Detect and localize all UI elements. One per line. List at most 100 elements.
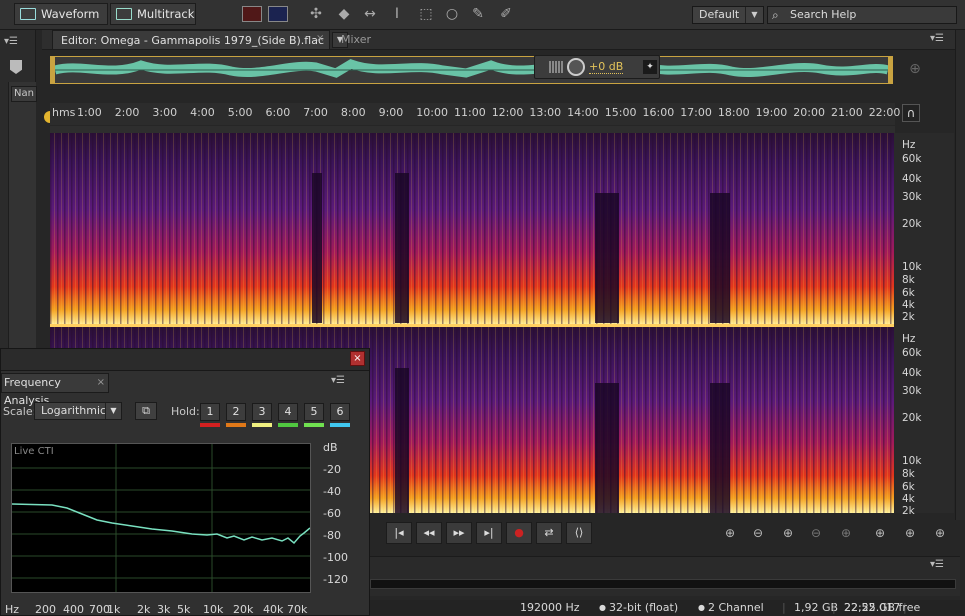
files-name-column-header[interactable]: Nan [11,86,37,102]
loop-button[interactable]: ⇄ [536,522,562,544]
ruler-tick-label: 9:00 [378,106,404,119]
search-icon: ⌕ [772,8,779,22]
search-help-input[interactable]: ⌕ Search Help [767,6,957,24]
editor-panel-menu-icon[interactable]: ▾☰ [930,33,944,44]
hold-button-4[interactable]: 4 [278,403,298,421]
level-meter [370,579,956,589]
skip-selection-button[interactable]: ⟨⟩ [566,522,592,544]
hz-tick-label: 2k [902,311,915,323]
tab-frequency-analysis[interactable]: Frequency Analysis × [1,373,109,407]
hold-color-swatch [226,423,246,427]
files-panel: ▾☰ Nan [0,30,37,380]
zoom-out-full-icon[interactable]: ⊕ [834,523,858,543]
hold-button-3[interactable]: 3 [252,403,272,421]
close-icon[interactable]: × [350,351,365,366]
rewind-button[interactable]: ◂◂ [416,522,442,544]
marquee-tool-icon[interactable]: ⬚ [416,5,436,23]
ruler-divider [50,126,895,133]
waveform-icon [20,8,36,20]
brush-tool-icon[interactable]: ✎ [468,5,488,23]
divider: | [832,601,836,614]
hz-tick-label: 8k [902,274,915,286]
time-ruler[interactable]: hms 1:00 2:00 3:00 4:00 5:00 6:00 7:00 8:00 9:00… [50,103,900,125]
overview-right-handle[interactable] [888,57,892,83]
pin-icon[interactable]: ✦ [643,60,657,74]
chevron-down-icon: ▼ [105,403,121,419]
lasso-tool-icon[interactable]: ○ [442,5,462,23]
zoom-in-right-icon[interactable]: ⊕ [928,523,952,543]
close-tab-icon[interactable]: × [97,374,105,392]
frequency-scale: Hz 60k 40k 30k 20k 10k 8k 6k 4k 2k Hz 60k 40k 30k 20k 1… [894,133,954,517]
zoom-out-time-icon[interactable]: ⊖ [804,523,828,543]
spectral-display-icon[interactable] [242,6,262,22]
hz-tick-label: 6k [902,287,915,299]
zoom-in-time-icon[interactable]: ⊕ [776,523,800,543]
multitrack-mode-button[interactable]: Multitrack [110,3,196,25]
hold-button-6[interactable]: 6 [330,403,350,421]
snap-icon[interactable]: ∩ [902,104,920,122]
hz-tick-label: 20k [902,218,922,230]
ruler-tick-label: 2:00 [114,106,140,119]
ruler-tick-label: 15:00 [604,106,637,119]
hz-tick-label: 2k [902,505,915,517]
levels-panel: ▾☰ [370,556,960,596]
gain-value[interactable]: +0 dB [589,60,624,74]
separator-dot: ● [698,603,705,612]
scale-label: Scale: [3,405,37,418]
multitrack-label: Multitrack [137,7,195,21]
fast-forward-button[interactable]: ▸▸ [446,522,472,544]
spot-healing-tool-icon[interactable]: ✐ [496,5,516,23]
ruler-tick-label: 21:00 [831,106,863,119]
hold-color-swatch [278,423,298,427]
zoom-in-amplitude-icon[interactable]: ⊕ [718,523,742,543]
insert-icon[interactable] [10,60,22,74]
hold-button-2[interactable]: 2 [226,403,246,421]
editor-tab-bar: Editor: Omega - Gammapolis 1979_(Side B)… [42,30,958,50]
freq-tick-label: 200 [35,603,56,616]
zoom-out-amplitude-icon[interactable]: ⊖ [746,523,770,543]
waveform-display-icon[interactable] [268,6,288,22]
hz-unit-label: Hz [902,333,916,345]
zoom-full-icon[interactable]: ⊕ [905,61,925,81]
hold-button-1[interactable]: 1 [200,403,220,421]
db-tick-label: -20 [323,463,341,476]
record-button[interactable]: ● [506,522,532,544]
vertical-scrollbar[interactable] [955,30,965,520]
hz-tick-label: 40k [902,367,922,379]
hold-button-5[interactable]: 5 [304,403,324,421]
close-tab-icon[interactable]: × [316,33,324,44]
move-tool-icon[interactable]: ✣ [306,5,326,23]
freq-tick-label: 400 [63,603,84,616]
tab-editor[interactable]: Editor: Omega - Gammapolis 1979_(Side B)… [52,30,330,50]
overview-waveform[interactable] [50,56,893,84]
scale-select[interactable]: Logarithmic ▼ [34,402,122,420]
ruler-tick-label: 3:00 [152,106,178,119]
panel-menu-icon[interactable]: ▾☰ [4,36,18,47]
time-selection-tool-icon[interactable]: I [387,5,407,23]
workspace-select[interactable]: Default ▼ [692,6,764,24]
skip-to-end-button[interactable]: ▸| [476,522,502,544]
overview-left-handle[interactable] [51,57,55,83]
skip-to-start-button[interactable]: |◂ [386,522,412,544]
sample-rate: 192000 Hz [520,601,580,614]
level-meter-icon [549,61,563,73]
transport-bar: |◂ ◂◂ ▸▸ ▸| ● ⇄ ⟨⟩ ⊕ ⊖ ⊕ ⊖ ⊕ ⊕ ⊕ ⊕ [370,520,960,546]
frequency-plot: Live CTI [11,443,311,593]
freq-tick-label: Hz [5,603,20,616]
razor-tool-icon[interactable]: ◆ [334,5,354,23]
fa-panel-menu-icon[interactable]: ▾☰ [331,375,345,386]
levels-panel-menu-icon[interactable]: ▾☰ [930,559,944,570]
hz-tick-label: 40k [902,173,922,185]
copy-icon[interactable]: ⧉ [135,402,157,420]
zoom-in-selection-icon[interactable]: ⊕ [868,523,892,543]
slip-tool-icon[interactable]: ↔ [360,5,380,23]
channel-count: 2 Channel [708,601,764,614]
ruler-tick-label: 16:00 [642,106,675,119]
ruler-tick-label: 10:00 [416,106,448,119]
waveform-mode-button[interactable]: Waveform [14,3,108,25]
volume-knob[interactable] [567,58,585,76]
zoom-in-left-icon[interactable]: ⊕ [898,523,922,543]
hz-tick-label: 10k [902,455,922,467]
db-tick-label: -60 [323,507,341,520]
panel-titlebar[interactable]: × [1,349,369,371]
